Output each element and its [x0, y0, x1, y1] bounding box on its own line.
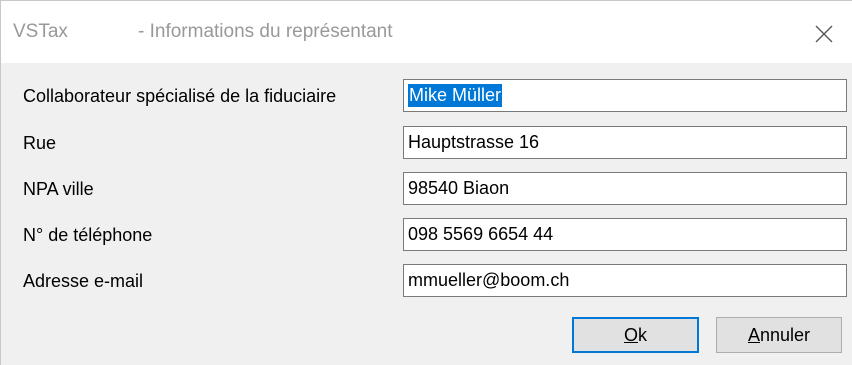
- label-street: Rue: [23, 133, 57, 153]
- phone-field[interactable]: 098 5569 6654 44: [403, 218, 847, 251]
- zip-city-field[interactable]: 98540 Biaon: [403, 172, 847, 205]
- phone-value: 098 5569 6654 44: [408, 224, 554, 244]
- email-field[interactable]: mmueller@boom.ch: [403, 264, 847, 297]
- ok-label-rest: k: [638, 325, 647, 345]
- label-phone: N° de téléphone: [23, 225, 153, 245]
- title-bar: VSTax - Informations du représentant: [1, 1, 852, 63]
- label-collaborator: Collaborateur spécialisé de la fiduciair…: [23, 86, 337, 106]
- zip-city-value: 98540 Biaon: [408, 178, 510, 198]
- ok-mnemonic: O: [623, 325, 638, 345]
- window-title: - Informations du représentant: [138, 21, 393, 42]
- cancel-label-rest: nnuler: [759, 325, 811, 345]
- cancel-mnemonic: A: [747, 325, 760, 345]
- dialog-window: VSTax - Informations du représentant Col…: [0, 0, 852, 365]
- collaborator-value: Mike Müller: [408, 84, 503, 107]
- ok-button-label: Ok: [624, 325, 647, 345]
- window-app-name: VSTax: [13, 21, 68, 42]
- cancel-button-label: Annuler: [748, 325, 810, 345]
- label-email: Adresse e-mail: [23, 271, 144, 291]
- collaborator-field[interactable]: Mike Müller: [403, 79, 847, 112]
- ok-button[interactable]: Ok: [572, 317, 699, 353]
- label-zip-city: NPA ville: [23, 179, 94, 199]
- street-field[interactable]: Hauptstrasse 16: [403, 126, 847, 159]
- close-icon[interactable]: [807, 17, 841, 51]
- email-value: mmueller@boom.ch: [408, 270, 570, 290]
- cancel-button[interactable]: Annuler: [716, 317, 842, 353]
- street-value: Hauptstrasse 16: [408, 132, 540, 152]
